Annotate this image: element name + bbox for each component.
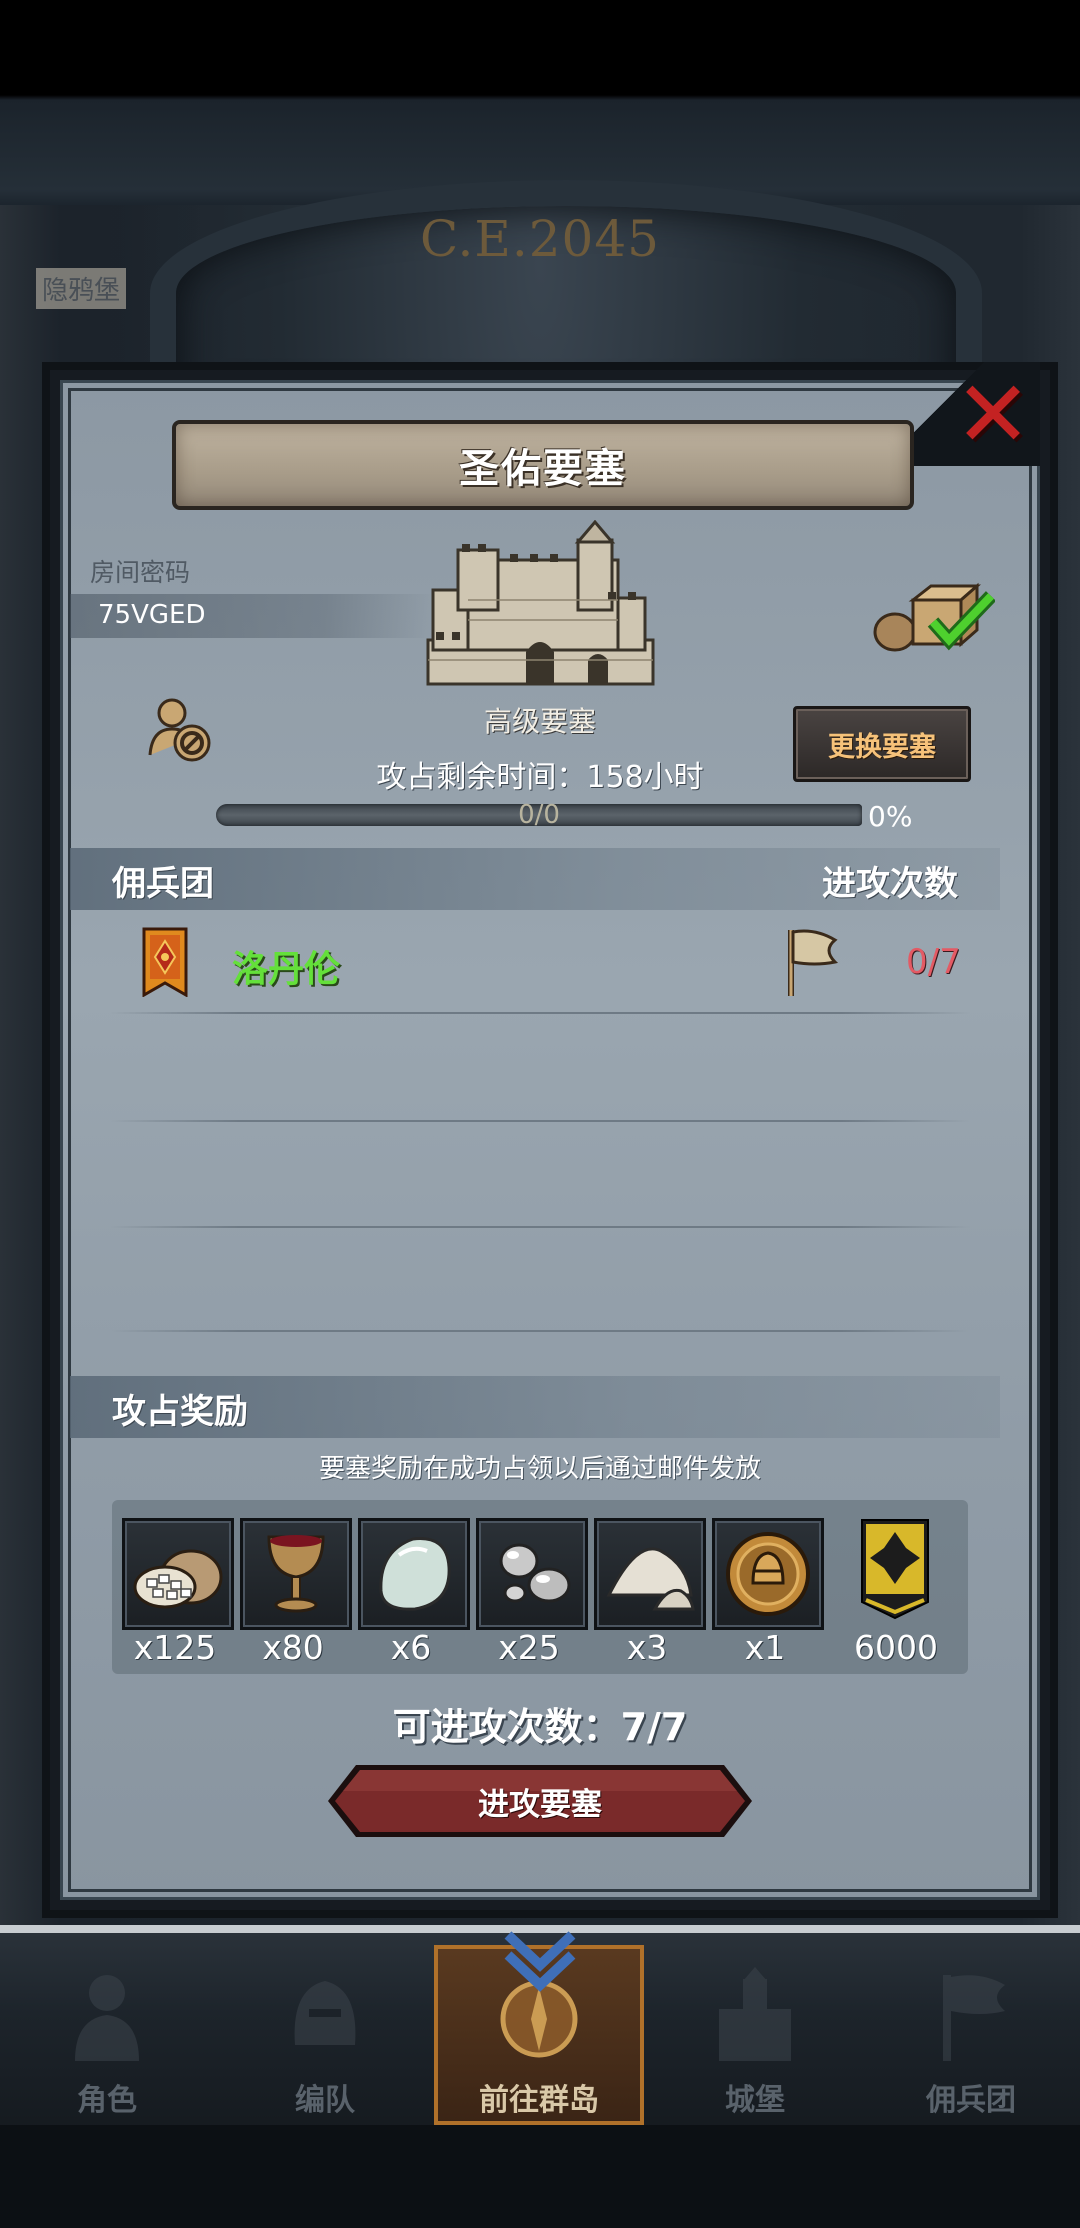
era-year-text: C.E.2045 xyxy=(419,210,660,268)
nav-tab-formation[interactable]: 编队 xyxy=(220,1945,430,2125)
time-remaining: 攻占剩余时间：158小时 xyxy=(376,760,704,795)
nav-tab-castle[interactable]: 城堡 xyxy=(650,1945,860,2125)
reward-slot-gem[interactable] xyxy=(358,1518,470,1630)
progress-count: 0/0 xyxy=(518,800,560,830)
row-divider xyxy=(110,1330,970,1332)
progress-percent: 0% xyxy=(868,800,913,833)
game-screen: { "background": { "year_text": "C.E.2045… xyxy=(0,0,1080,2228)
title-banner: 圣佑要塞 xyxy=(172,420,914,510)
row-divider xyxy=(110,1120,970,1122)
mercenary-attack-count: 0/7 xyxy=(906,942,961,982)
fortress-type-label: 高级要塞 xyxy=(483,705,596,738)
room-code-label: 房间密码 xyxy=(90,558,191,587)
guild-banner-icon[interactable] xyxy=(860,1518,930,1620)
attack-fortress-button[interactable]: 进攻要塞 xyxy=(326,1763,754,1839)
visitor-blocked-icon[interactable] xyxy=(146,695,216,765)
nav-tab-mercenary[interactable]: 佣兵团 xyxy=(866,1945,1076,2125)
knight-icon xyxy=(75,1975,139,2061)
silver-ore-icon xyxy=(499,1543,571,1603)
chevron-down-icon xyxy=(504,1931,576,1992)
nav-tab-character[interactable]: 角色 xyxy=(2,1945,212,2125)
reward-header: 攻占奖励 xyxy=(112,1392,248,1432)
reward-qty: x1 xyxy=(744,1628,786,1667)
nav-label: 佣兵团 xyxy=(926,2083,1016,2118)
reward-qty: x80 xyxy=(262,1628,324,1667)
coin-sack-icon xyxy=(133,1549,223,1609)
attacks-remaining: 可进攻次数：7/7 xyxy=(392,1705,688,1749)
attack-count-header: 进攻次数 xyxy=(822,864,958,904)
flour-pile-icon xyxy=(606,1547,695,1611)
row-divider xyxy=(110,1012,970,1014)
mercenary-header: 佣兵团 xyxy=(112,864,214,904)
close-button[interactable]: ✕ xyxy=(902,360,1040,468)
mercenary-icon xyxy=(943,1975,1005,2061)
reward-note: 要塞奖励在成功占领以后通过邮件发放 xyxy=(318,1454,761,1484)
reward-qty: 6000 xyxy=(854,1628,938,1667)
reward-slot-silver-ore[interactable] xyxy=(476,1518,588,1630)
gem-stone-icon xyxy=(379,1537,451,1611)
castle-icon xyxy=(426,520,655,686)
reward-slot-medal[interactable] xyxy=(712,1518,824,1630)
room-code-value[interactable]: 75VGED xyxy=(98,600,205,630)
knight-medal-icon xyxy=(726,1532,810,1616)
close-icon: ✕ xyxy=(954,360,1032,468)
goblet-icon xyxy=(267,1535,325,1613)
mercenary-name[interactable]: 洛丹伦 xyxy=(232,940,340,992)
guild-emblem-icon xyxy=(142,927,188,997)
helmet-icon xyxy=(294,1981,356,2045)
reward-slot-coin-sack[interactable] xyxy=(122,1518,234,1630)
nav-label: 前往群岛 xyxy=(479,2083,599,2118)
town-label: 隐鸦堡 xyxy=(36,268,127,309)
nav-label: 城堡 xyxy=(725,2083,785,2118)
change-fortress-label: 更换要塞 xyxy=(828,731,936,763)
reward-qty: x125 xyxy=(133,1628,217,1667)
system-nav-strip xyxy=(0,2125,1080,2228)
row-divider xyxy=(110,1226,970,1228)
nav-label: 角色 xyxy=(77,2083,137,2118)
reward-qty: x3 xyxy=(626,1628,668,1667)
flag-icon xyxy=(788,929,839,996)
reward-qty: x6 xyxy=(390,1628,432,1667)
attack-fortress-label: 进攻要塞 xyxy=(478,1786,602,1823)
castle-icon xyxy=(719,1967,791,2061)
reward-qty: x25 xyxy=(498,1628,560,1667)
reward-slot-goblet[interactable] xyxy=(240,1518,352,1630)
reward-slot-flour[interactable] xyxy=(594,1518,706,1630)
fortress-title: 圣佑要塞 xyxy=(459,446,627,492)
supplies-check-icon[interactable] xyxy=(873,582,995,654)
nav-label: 编队 xyxy=(295,2083,355,2118)
